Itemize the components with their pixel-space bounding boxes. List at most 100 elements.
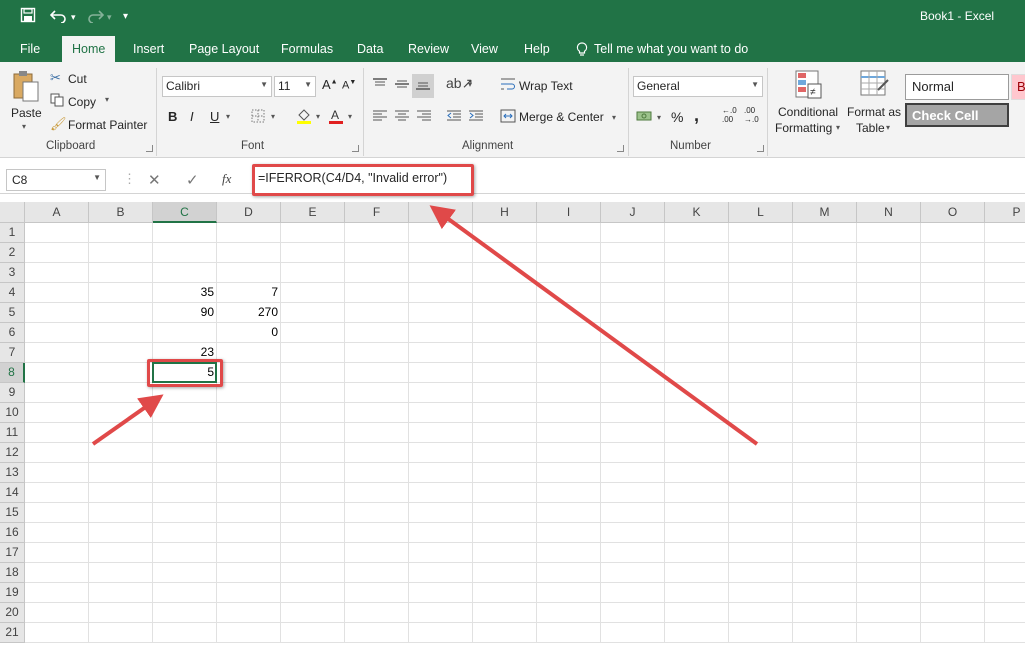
- cell-i6[interactable]: [537, 323, 601, 343]
- cell-m6[interactable]: [793, 323, 857, 343]
- cell-f3[interactable]: [345, 263, 409, 283]
- cell-a8[interactable]: [25, 363, 89, 383]
- underline-button[interactable]: U: [210, 109, 219, 124]
- cancel-icon[interactable]: ✕: [148, 171, 161, 189]
- cell-o6[interactable]: [921, 323, 985, 343]
- cell-m11[interactable]: [793, 423, 857, 443]
- cell-j15[interactable]: [601, 503, 665, 523]
- cell-m15[interactable]: [793, 503, 857, 523]
- cell-a21[interactable]: [25, 623, 89, 643]
- cell-j7[interactable]: [601, 343, 665, 363]
- cell-l11[interactable]: [729, 423, 793, 443]
- cell-l17[interactable]: [729, 543, 793, 563]
- cell-a13[interactable]: [25, 463, 89, 483]
- cell-c18[interactable]: [153, 563, 217, 583]
- cut-button[interactable]: Cut: [68, 72, 87, 86]
- cell-k20[interactable]: [665, 603, 729, 623]
- decrease-decimal-icon[interactable]: .00 →.0: [744, 106, 759, 124]
- cell-c5[interactable]: 90: [153, 303, 217, 323]
- align-bottom-icon[interactable]: [412, 74, 434, 98]
- column-header-g[interactable]: G: [409, 202, 473, 223]
- cell-p17[interactable]: [985, 543, 1025, 563]
- cell-i17[interactable]: [537, 543, 601, 563]
- merge-dropdown-icon[interactable]: ▾: [612, 113, 616, 122]
- align-right-icon[interactable]: [416, 109, 432, 127]
- cell-f20[interactable]: [345, 603, 409, 623]
- cell-m8[interactable]: [793, 363, 857, 383]
- cell-a11[interactable]: [25, 423, 89, 443]
- tab-data[interactable]: Data: [357, 42, 383, 56]
- tab-page-layout[interactable]: Page Layout: [189, 42, 259, 56]
- cell-n19[interactable]: [857, 583, 921, 603]
- tab-insert[interactable]: Insert: [133, 42, 164, 56]
- cell-h3[interactable]: [473, 263, 537, 283]
- cell-b17[interactable]: [89, 543, 153, 563]
- cell-l9[interactable]: [729, 383, 793, 403]
- cell-c11[interactable]: [153, 423, 217, 443]
- cell-m20[interactable]: [793, 603, 857, 623]
- cell-n20[interactable]: [857, 603, 921, 623]
- cell-h21[interactable]: [473, 623, 537, 643]
- cell-i12[interactable]: [537, 443, 601, 463]
- tab-review[interactable]: Review: [408, 42, 449, 56]
- cell-o14[interactable]: [921, 483, 985, 503]
- row-header-10[interactable]: 10: [0, 403, 25, 423]
- column-header-c[interactable]: C: [153, 202, 217, 223]
- cell-g17[interactable]: [409, 543, 473, 563]
- clipboard-dialog-launcher-icon[interactable]: [146, 145, 153, 152]
- cell-b7[interactable]: [89, 343, 153, 363]
- cell-i19[interactable]: [537, 583, 601, 603]
- font-dialog-launcher-icon[interactable]: [352, 145, 359, 152]
- cell-o10[interactable]: [921, 403, 985, 423]
- cell-e12[interactable]: [281, 443, 345, 463]
- cell-n11[interactable]: [857, 423, 921, 443]
- cell-j6[interactable]: [601, 323, 665, 343]
- row-header-5[interactable]: 5: [0, 303, 25, 323]
- cell-c12[interactable]: [153, 443, 217, 463]
- conditional-formatting-dropdown-icon[interactable]: ▾: [836, 123, 840, 132]
- format-painter-button[interactable]: Format Painter: [68, 118, 147, 132]
- cell-o15[interactable]: [921, 503, 985, 523]
- cell-d12[interactable]: [217, 443, 281, 463]
- cell-k2[interactable]: [665, 243, 729, 263]
- cell-p4[interactable]: [985, 283, 1025, 303]
- cell-h20[interactable]: [473, 603, 537, 623]
- column-header-p[interactable]: P: [985, 202, 1025, 223]
- cell-c19[interactable]: [153, 583, 217, 603]
- cell-j10[interactable]: [601, 403, 665, 423]
- cell-c3[interactable]: [153, 263, 217, 283]
- cell-o8[interactable]: [921, 363, 985, 383]
- cell-p19[interactable]: [985, 583, 1025, 603]
- cell-l1[interactable]: [729, 223, 793, 243]
- column-header-k[interactable]: K: [665, 202, 729, 223]
- tab-view[interactable]: View: [471, 42, 498, 56]
- cell-n6[interactable]: [857, 323, 921, 343]
- cell-h18[interactable]: [473, 563, 537, 583]
- worksheet-grid[interactable]: A B C D E F G H I J K L M N O P 1 2 3 4 35 7 5 90 270 6 0 7 23 8 5 9 10 1…: [0, 202, 1025, 646]
- row-header-1[interactable]: 1: [0, 223, 25, 243]
- decrease-font-icon[interactable]: A▼: [342, 79, 356, 92]
- cell-p1[interactable]: [985, 223, 1025, 243]
- cell-n2[interactable]: [857, 243, 921, 263]
- format-as-table-icon[interactable]: [860, 70, 890, 104]
- cell-e16[interactable]: [281, 523, 345, 543]
- cell-f5[interactable]: [345, 303, 409, 323]
- cell-e6[interactable]: [281, 323, 345, 343]
- cell-m3[interactable]: [793, 263, 857, 283]
- cell-g10[interactable]: [409, 403, 473, 423]
- cell-b12[interactable]: [89, 443, 153, 463]
- copy-dropdown-icon[interactable]: ▾: [105, 95, 109, 104]
- comma-button[interactable]: ,: [694, 105, 699, 126]
- name-box[interactable]: C8 ▼: [6, 169, 106, 191]
- bold-button[interactable]: B: [168, 109, 177, 124]
- cell-a17[interactable]: [25, 543, 89, 563]
- cell-b21[interactable]: [89, 623, 153, 643]
- cell-a9[interactable]: [25, 383, 89, 403]
- cell-n17[interactable]: [857, 543, 921, 563]
- cell-g5[interactable]: [409, 303, 473, 323]
- cell-k14[interactable]: [665, 483, 729, 503]
- cell-j11[interactable]: [601, 423, 665, 443]
- cell-k18[interactable]: [665, 563, 729, 583]
- cell-h6[interactable]: [473, 323, 537, 343]
- cell-o7[interactable]: [921, 343, 985, 363]
